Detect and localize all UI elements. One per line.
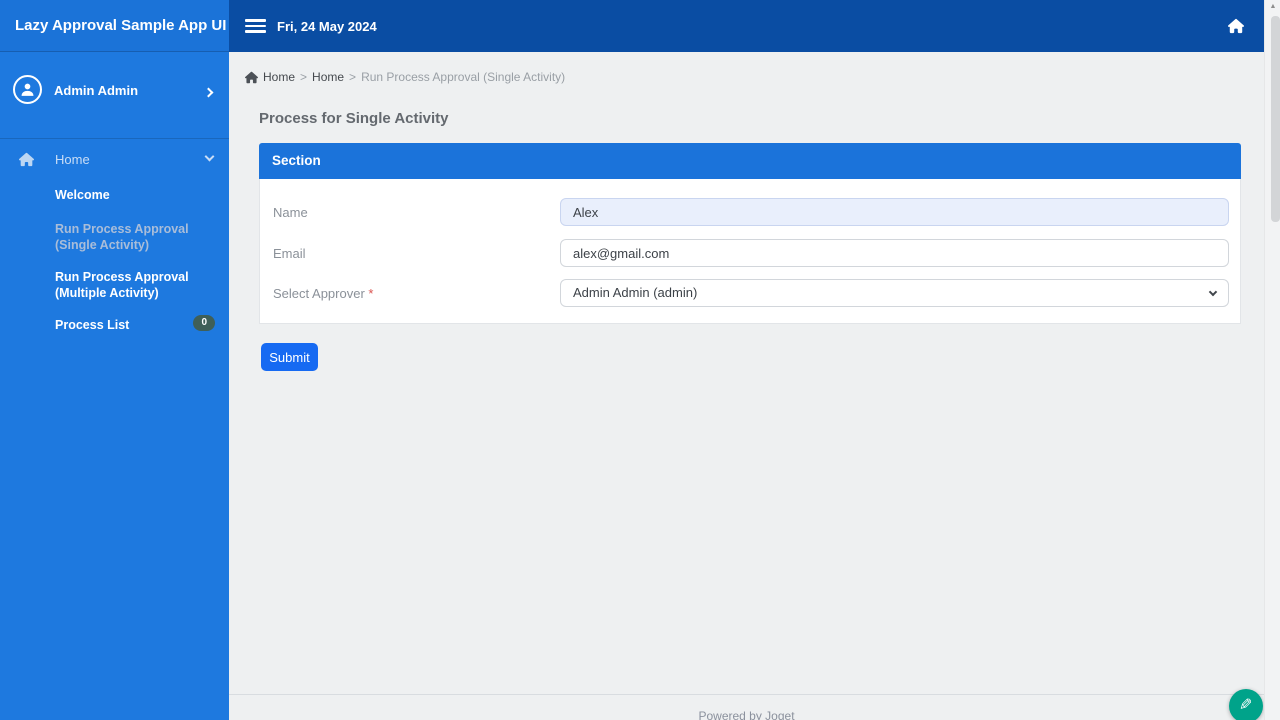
breadcrumb-separator: > bbox=[349, 70, 357, 84]
page-title: Process for Single Activity bbox=[259, 110, 449, 127]
user-name: Admin Admin bbox=[54, 83, 139, 98]
form-row-email: Email bbox=[260, 239, 1240, 267]
app-title: Lazy Approval Sample App UI bbox=[0, 0, 229, 52]
pencil-icon: ✎ bbox=[1239, 697, 1253, 714]
name-label: Name bbox=[273, 205, 308, 220]
scrollbar[interactable]: ▲ bbox=[1264, 0, 1280, 720]
footer: Powered by Joget bbox=[229, 694, 1264, 720]
breadcrumb-home-2[interactable]: Home bbox=[312, 70, 344, 84]
approver-selected-value: Admin Admin (admin) bbox=[573, 285, 698, 300]
home-icon[interactable] bbox=[1228, 18, 1244, 34]
form-card: Section Name Email Select Approver * Adm… bbox=[259, 143, 1241, 324]
approver-select[interactable]: Admin Admin (admin) bbox=[560, 279, 1229, 307]
chevron-right-icon[interactable] bbox=[203, 87, 214, 98]
avatar[interactable] bbox=[13, 75, 42, 104]
main-content: Home > Home > Run Process Approval (Sing… bbox=[229, 52, 1264, 720]
section-header: Section bbox=[259, 143, 1241, 179]
email-label: Email bbox=[273, 246, 306, 261]
chevron-down-icon bbox=[1208, 287, 1218, 297]
breadcrumb-home[interactable]: Home bbox=[263, 70, 295, 84]
home-icon bbox=[19, 152, 34, 167]
name-field[interactable] bbox=[560, 198, 1229, 226]
chevron-down-icon bbox=[204, 151, 215, 162]
sidebar-item-home[interactable]: Home bbox=[0, 139, 229, 180]
required-asterisk: * bbox=[368, 286, 374, 301]
form-row-approver: Select Approver * Admin Admin (admin) bbox=[260, 279, 1240, 307]
scroll-up-icon[interactable]: ▲ bbox=[1265, 3, 1280, 10]
sidebar-item-welcome[interactable]: Welcome bbox=[55, 187, 215, 203]
user-profile[interactable]: Admin Admin bbox=[0, 53, 229, 138]
approver-label: Select Approver * bbox=[273, 286, 374, 301]
menu-toggle-icon[interactable] bbox=[245, 19, 266, 33]
form-row-name: Name bbox=[260, 198, 1240, 226]
breadcrumb-separator: > bbox=[300, 70, 308, 84]
topbar-date: Fri, 24 May 2024 bbox=[277, 19, 377, 34]
breadcrumb: Home > Home > Run Process Approval (Sing… bbox=[245, 70, 565, 84]
email-field[interactable] bbox=[560, 239, 1229, 267]
sidebar-item-run-process-single[interactable]: Run Process Approval (Single Activity) bbox=[55, 221, 215, 253]
sidebar-home-label: Home bbox=[55, 152, 90, 167]
edit-fab-button[interactable]: ✎ bbox=[1229, 689, 1263, 720]
submit-button[interactable]: Submit bbox=[261, 343, 318, 371]
sidebar: Lazy Approval Sample App UI Admin Admin … bbox=[0, 0, 229, 720]
sidebar-item-run-process-multiple[interactable]: Run Process Approval (Multiple Activity) bbox=[55, 269, 215, 301]
scrollbar-thumb[interactable] bbox=[1271, 16, 1280, 222]
sidebar-item-process-list[interactable]: Process List bbox=[55, 317, 215, 333]
footer-text: Powered by Joget bbox=[698, 709, 795, 720]
topbar: Fri, 24 May 2024 bbox=[229, 0, 1264, 52]
breadcrumb-current: Run Process Approval (Single Activity) bbox=[361, 70, 566, 84]
form-body: Name Email Select Approver * Admin Admin… bbox=[259, 179, 1241, 324]
user-icon bbox=[21, 83, 34, 96]
home-icon bbox=[245, 71, 258, 83]
process-list-count-badge[interactable]: 0 bbox=[193, 315, 215, 331]
